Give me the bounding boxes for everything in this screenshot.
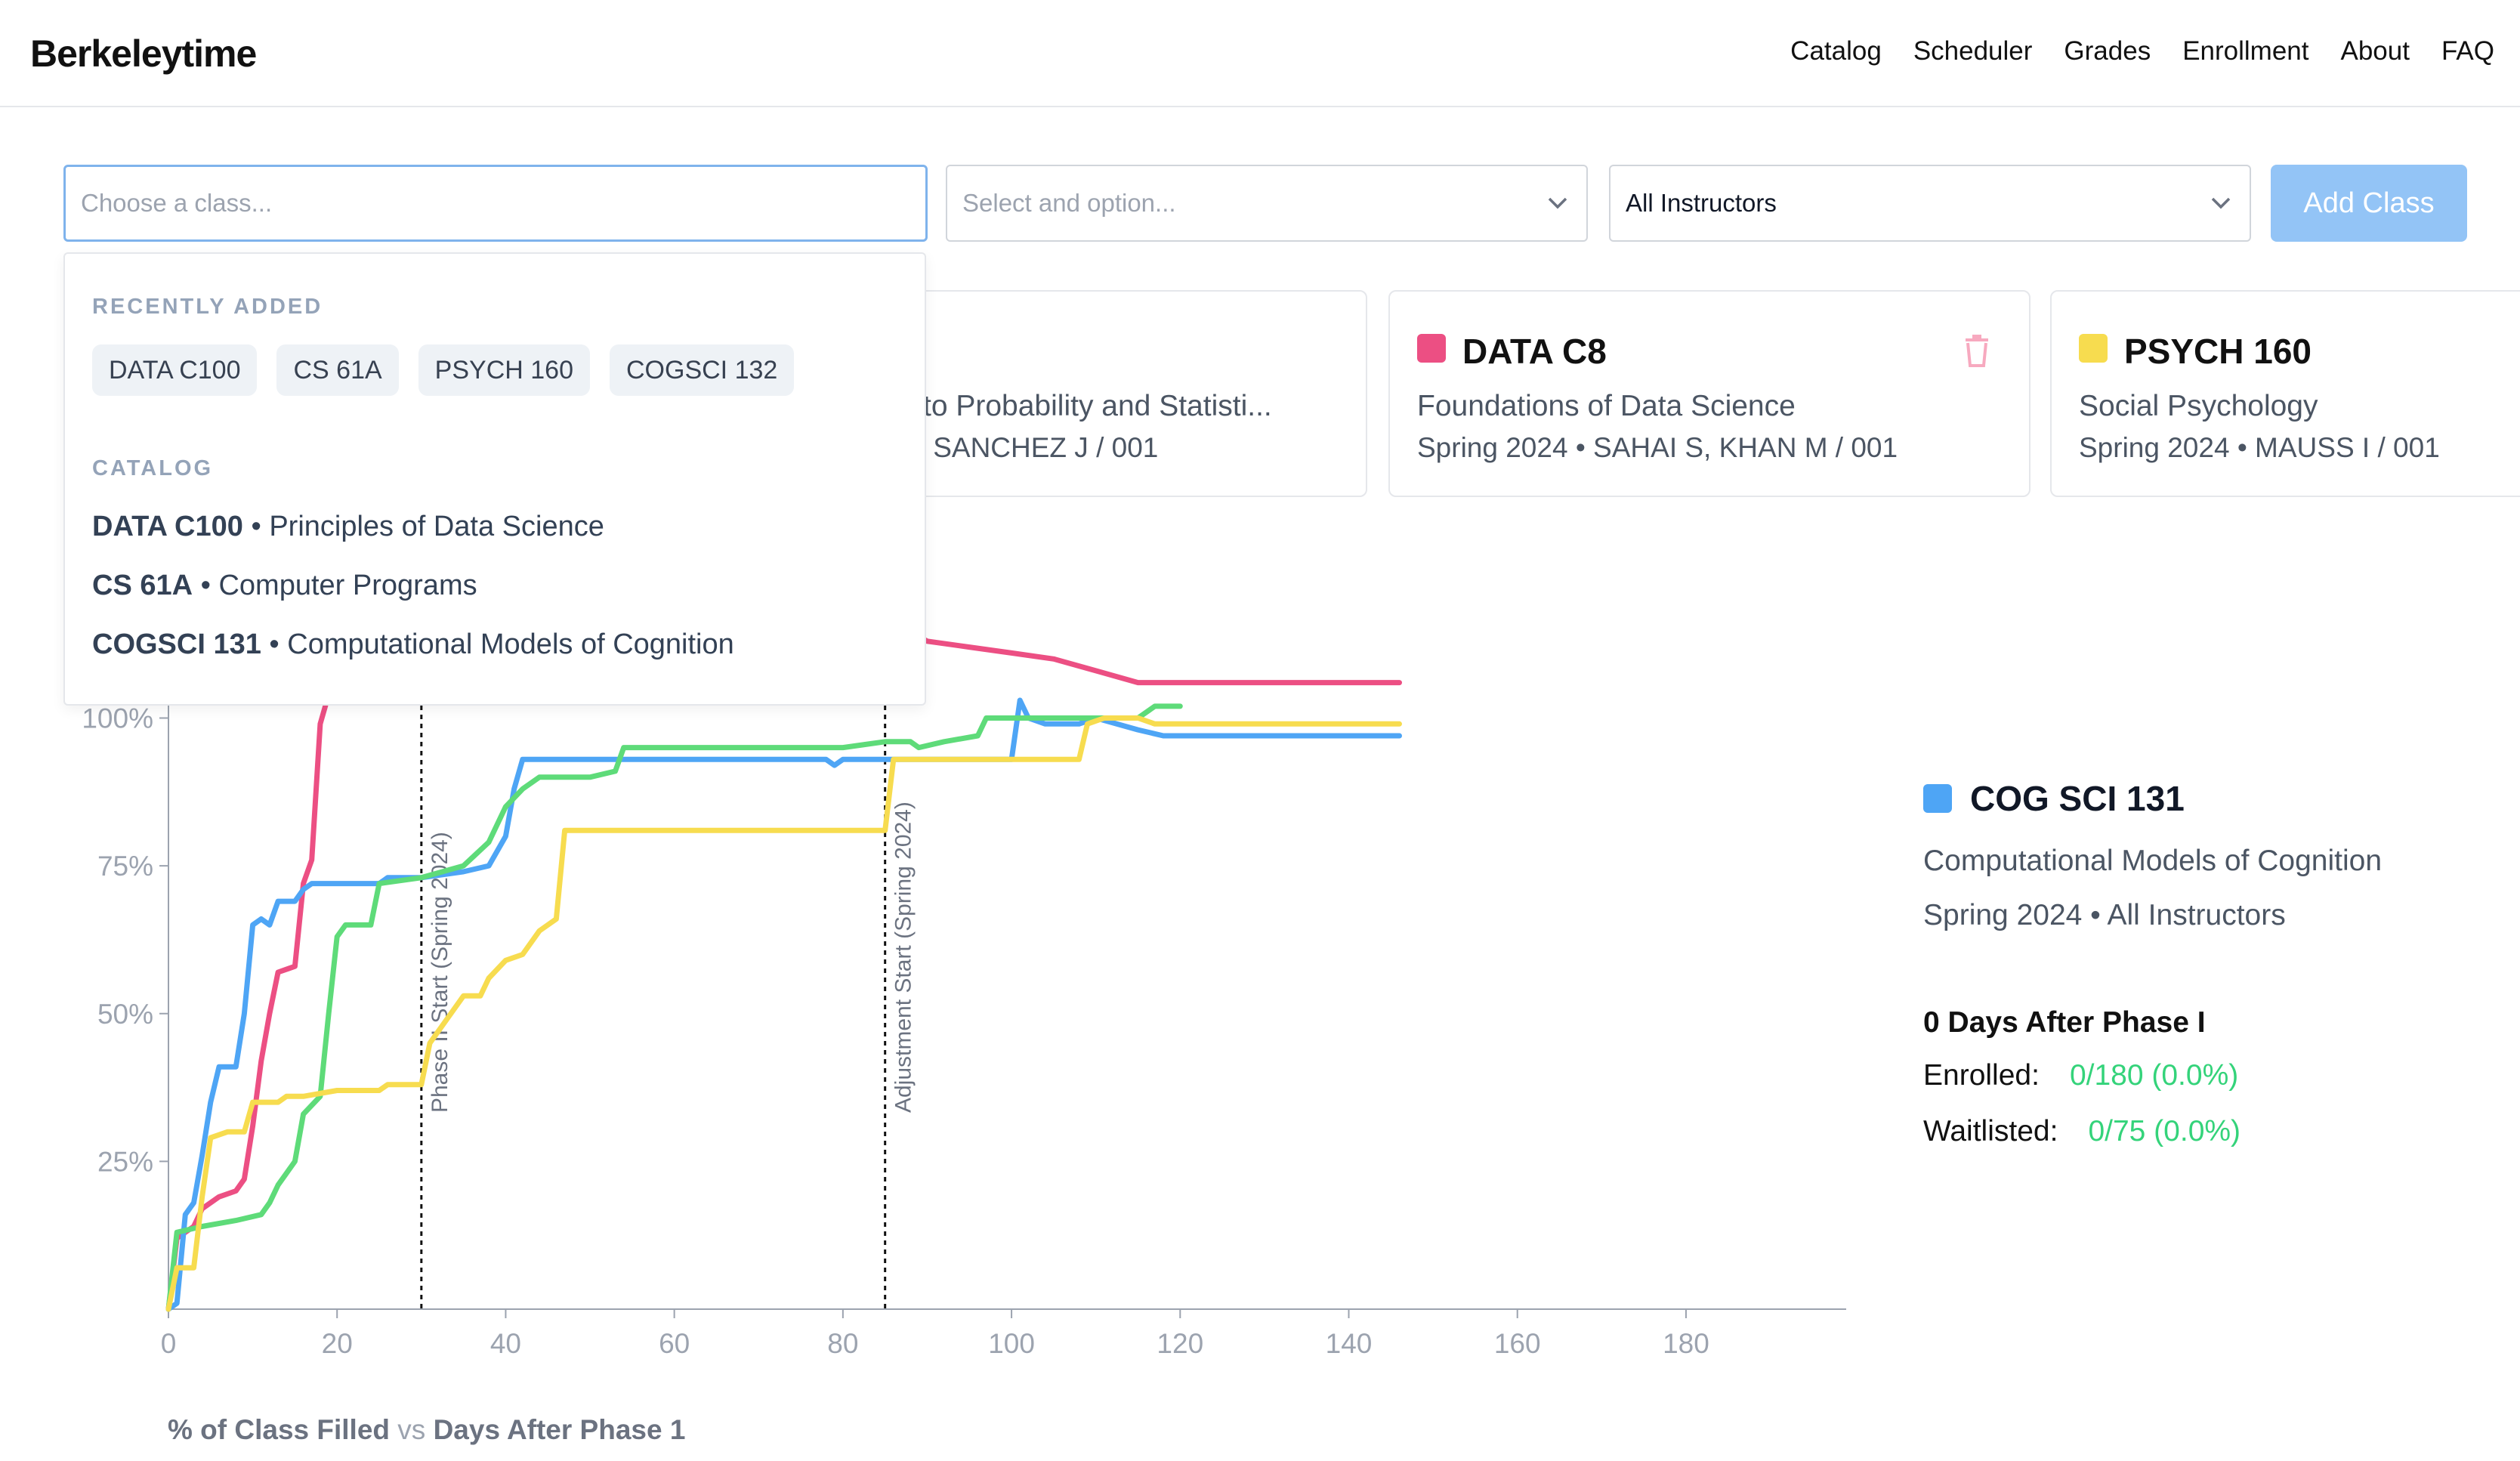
main-nav: Catalog Scheduler Grades Enrollment Abou… (1790, 36, 2494, 66)
y-tick-label: 50% (97, 999, 153, 1030)
x-tick-label: 20 (322, 1328, 353, 1359)
info-class-title: Computational Models of Cognition (1923, 845, 2383, 877)
x-tick-label: 120 (1157, 1328, 1203, 1359)
chevron-down-icon (1544, 190, 1571, 217)
catalog-item[interactable]: DATA C100 • Principles of Data Science (92, 511, 604, 543)
nav-scheduler[interactable]: Scheduler (1913, 36, 2033, 66)
recently-added-label: RECENTLY ADDED (92, 295, 323, 319)
class-card-title: Social Psychology (2079, 390, 2318, 422)
chevron-down-icon (2207, 190, 2234, 217)
enrolled-value: 0/180 (0.0%) (2069, 1059, 2239, 1092)
catalog-item-title: Computational Models of Cognition (287, 629, 734, 660)
recent-chip[interactable]: PSYCH 160 (418, 344, 590, 396)
recent-chip[interactable]: CS 61A (276, 344, 399, 396)
info-phase: 0 Days After Phase I (1923, 1006, 2206, 1039)
nav-grades[interactable]: Grades (2064, 36, 2151, 66)
catalog-item-title: Computer Programs (218, 570, 477, 601)
caption-vs: vs (390, 1414, 434, 1445)
waitlisted-value: 0/75 (0.0%) (2088, 1115, 2241, 1147)
info-enrolled: Enrolled: 0/180 (0.0%) (1923, 1059, 2238, 1092)
catalog-item-sep: • (193, 570, 219, 601)
x-tick-label: 60 (659, 1328, 690, 1359)
class-card[interactable]: PSYCH 160 Social Psychology Spring 2024 … (2050, 290, 2520, 497)
instructor-select[interactable]: All Instructors (1609, 165, 2251, 242)
class-card-code: PSYCH 160 (2124, 332, 2312, 371)
annotation-label: Adjustment Start (Spring 2024) (891, 802, 916, 1113)
x-tick-label: 80 (827, 1328, 858, 1359)
caption-y: % of Class Filled (168, 1414, 391, 1445)
series-line-1 (165, 697, 1402, 1312)
recent-chip[interactable]: DATA C100 (92, 344, 258, 396)
class-card-meta: Spring 2024 • MAUSS I / 001 (2079, 432, 2440, 463)
trash-icon[interactable] (1964, 334, 1990, 371)
class-color-swatch (2079, 334, 2108, 363)
class-search-placeholder: Choose a class... (81, 189, 273, 217)
class-card-title: to Probability and Statisti... (923, 390, 1272, 422)
y-tick-label: 100% (82, 703, 153, 734)
class-card-title: Foundations of Data Science (1417, 390, 1796, 422)
x-tick-label: 180 (1663, 1328, 1709, 1359)
chart-caption: % of Class Filled vs Days After Phase 1 (168, 1414, 685, 1446)
y-tick-label: 75% (97, 851, 153, 882)
caption-x: Days After Phase 1 (433, 1414, 686, 1445)
x-tick-label: 160 (1494, 1328, 1541, 1359)
catalog-item-title: Principles of Data Science (269, 511, 604, 542)
class-card-meta: Spring 2024 • SAHAI S, KHAN M / 001 (1417, 432, 1898, 463)
x-tick-label: 0 (161, 1328, 177, 1359)
class-color-swatch (1417, 334, 1446, 363)
catalog-item-code: CS 61A (92, 570, 193, 601)
catalog-item[interactable]: COGSCI 131 • Computational Models of Cog… (92, 629, 734, 661)
catalog-item-sep: • (261, 629, 288, 660)
catalog-item-code: COGSCI 131 (92, 629, 261, 660)
series-line-0 (165, 597, 1402, 1312)
recent-chip[interactable]: COGSCI 132 (610, 344, 795, 396)
class-search-input[interactable]: Choose a class... (63, 165, 928, 242)
info-class-code: COG SCI 131 (1970, 779, 2185, 818)
nav-about[interactable]: About (2341, 36, 2410, 66)
waitlisted-label: Waitlisted: (1923, 1115, 2058, 1147)
class-card-code: DATA C8 (1462, 332, 1607, 371)
enrolled-label: Enrolled: (1923, 1059, 2040, 1092)
x-tick-label: 140 (1326, 1328, 1373, 1359)
instructor-select-value: All Instructors (1626, 189, 1777, 217)
nav-faq[interactable]: FAQ (2441, 36, 2494, 66)
class-search-dropdown: RECENTLY ADDED DATA C100 CS 61A PSYCH 16… (63, 252, 926, 706)
x-tick-label: 100 (988, 1328, 1035, 1359)
class-card[interactable]: DATA C8 Foundations of Data Science Spri… (1388, 290, 2031, 497)
catalog-item-code: DATA C100 (92, 511, 243, 542)
info-waitlisted: Waitlisted: 0/75 (0.0%) (1923, 1115, 2241, 1148)
catalog-item[interactable]: CS 61A • Computer Programs (92, 570, 477, 602)
info-class-meta: Spring 2024 • All Instructors (1923, 899, 2286, 931)
add-class-button[interactable]: Add Class (2271, 165, 2467, 242)
catalog-item-sep: • (242, 511, 270, 542)
recent-chips: DATA C100 CS 61A PSYCH 160 COGSCI 132 (92, 344, 795, 396)
class-color-swatch (1923, 784, 1952, 813)
term-select-value: Select and option... (962, 189, 1176, 217)
nav-enrollment[interactable]: Enrollment (2182, 36, 2308, 66)
series-line-3 (165, 715, 1402, 1312)
term-select[interactable]: Select and option... (946, 165, 1588, 242)
x-tick-label: 40 (490, 1328, 521, 1359)
y-tick-label: 25% (97, 1146, 153, 1177)
class-card-meta: • SANCHEZ J / 001 (916, 432, 1159, 463)
catalog-label: CATALOG (92, 456, 214, 480)
series-line-2 (165, 703, 1183, 1312)
